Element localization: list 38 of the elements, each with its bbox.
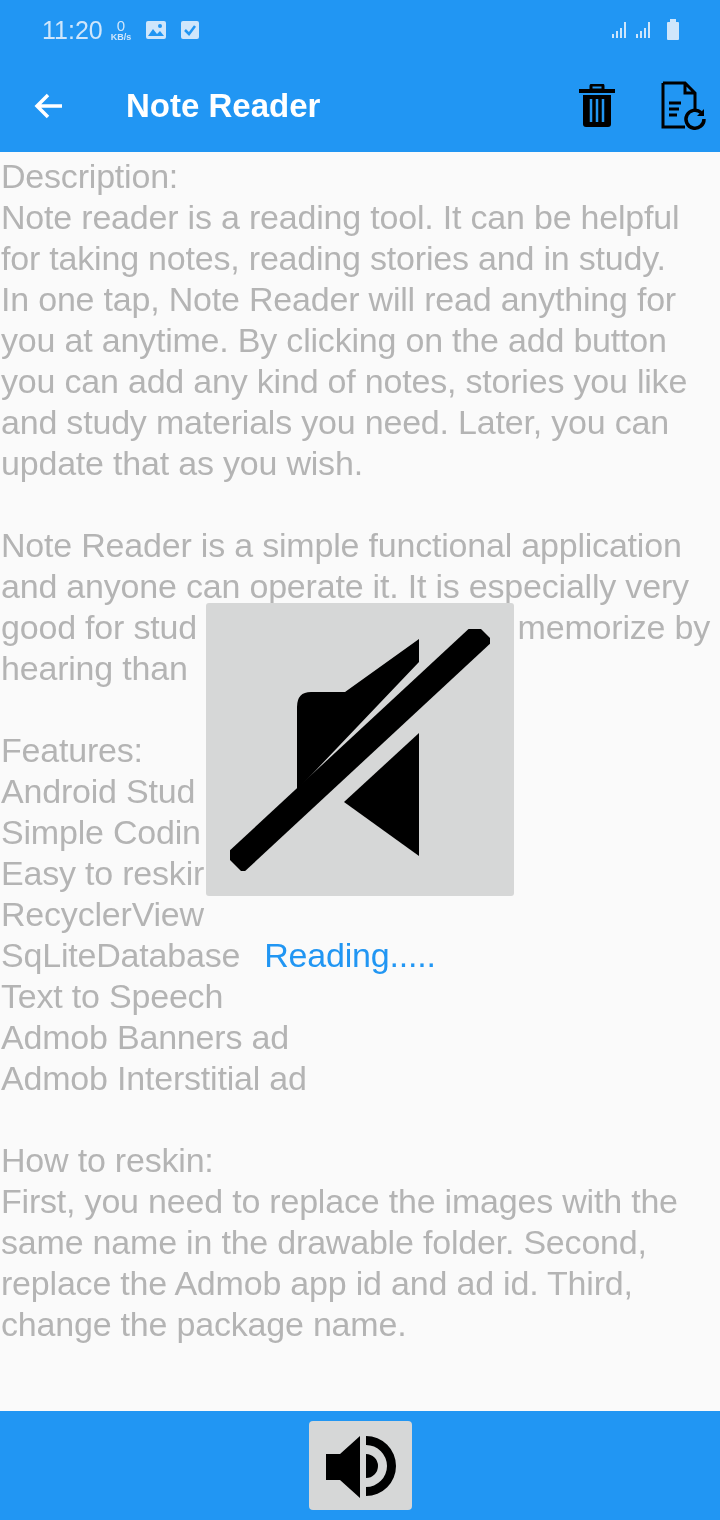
body-text: In one tap, Note Reader will read anything for: [1, 280, 676, 319]
body-text: Description:: [1, 157, 179, 196]
body-text: How to reskin:: [1, 1141, 214, 1180]
body-text: good for stud: [1, 608, 197, 647]
reading-status: Reading.....: [264, 936, 436, 975]
checkbox-icon: [181, 20, 200, 40]
body-text: for taking notes, reading stories and in study.: [1, 239, 666, 278]
body-text: Admob Interstitial ad: [1, 1059, 307, 1098]
battery-icon: [666, 19, 680, 41]
body-text: Note reader is a reading tool. It can be helpful: [1, 198, 680, 237]
body-text: First, you need to replace the images with the: [1, 1182, 678, 1221]
body-text: update that as you wish.: [1, 444, 363, 483]
body-text: and study materials you need. Later, you can: [1, 403, 669, 442]
body-text: Text to Speech: [1, 977, 224, 1016]
document-refresh-icon[interactable]: [660, 81, 708, 131]
back-arrow-icon[interactable]: [34, 93, 64, 119]
body-text: memorize by: [517, 608, 710, 647]
image-icon: [145, 20, 168, 40]
body-text: Android Stud: [1, 772, 196, 811]
body-text: you at anytime. By clicking on the add button: [1, 321, 667, 360]
body-text: Note Reader is a simple functional application: [1, 526, 682, 565]
toolbar-title: Note Reader: [126, 87, 321, 125]
body-text: Admob Banners ad: [1, 1018, 289, 1057]
body-text: replace the Admob app id and ad id. Third,: [1, 1264, 633, 1303]
status-time: 11:20: [42, 15, 103, 45]
delete-icon[interactable]: [578, 84, 616, 128]
body-text: SqLiteDatabase: [1, 936, 241, 975]
body-text: Features:: [1, 731, 143, 770]
body-text: and anyone can operate it. It is especially very: [1, 567, 689, 606]
speak-button[interactable]: [308, 1421, 412, 1510]
network-speed: 0 KB/s: [110, 18, 132, 42]
body-text: you can add any kind of notes, stories you like: [1, 362, 688, 401]
body-text: Easy to reskir: [1, 854, 205, 893]
body-text: hearing than: [1, 649, 188, 688]
body-text: change the package name.: [1, 1305, 407, 1344]
body-text: same name in the drawable folder. Second,: [1, 1223, 647, 1262]
body-text: Simple Codin: [1, 813, 201, 852]
body-text: RecyclerView: [1, 895, 204, 934]
